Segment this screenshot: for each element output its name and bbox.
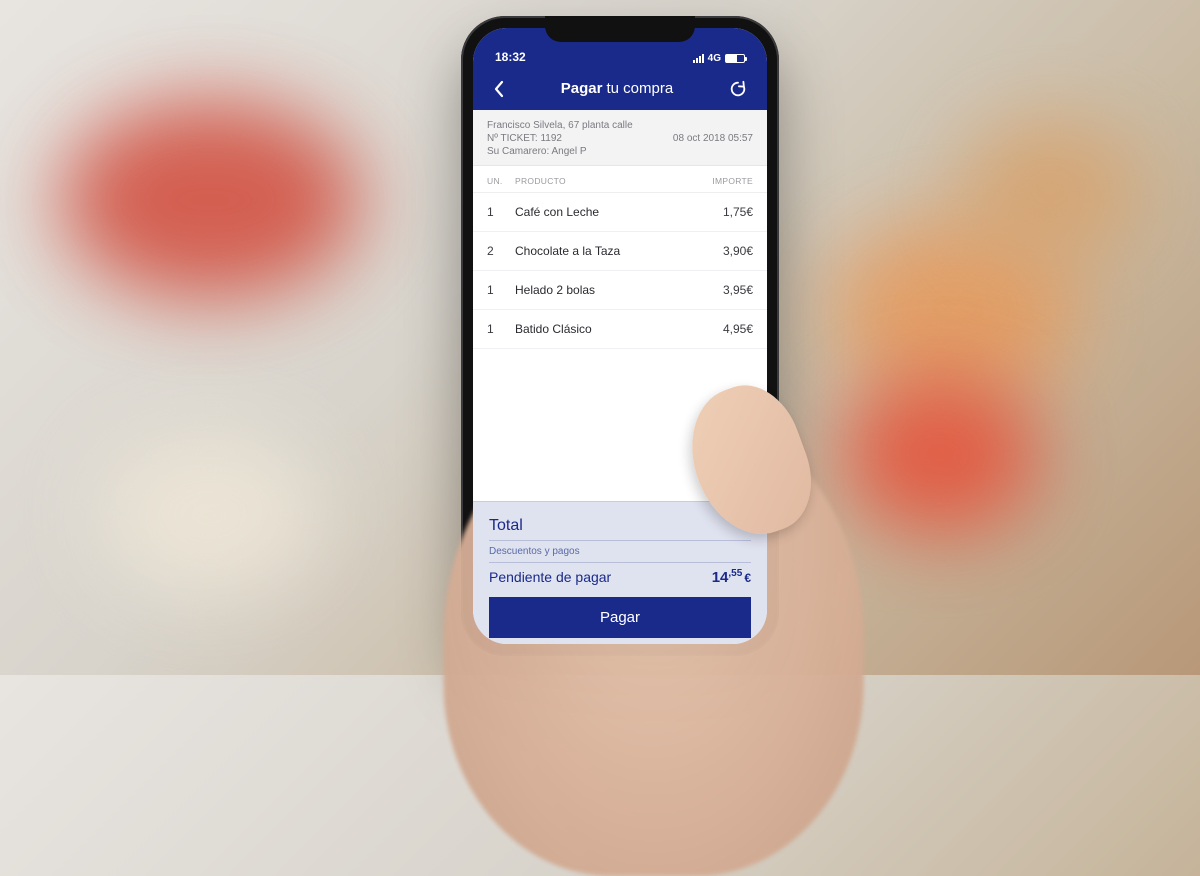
phone-screen: 18:32 4G Pagar tu compra bbox=[473, 28, 767, 644]
ticket-number: Nº TICKET: 1192 bbox=[487, 133, 562, 144]
ticket-waiter: Su Camarero: Angel P bbox=[487, 146, 753, 157]
chevron-left-icon bbox=[493, 80, 505, 98]
refresh-button[interactable] bbox=[723, 74, 753, 104]
item-qty: 2 bbox=[487, 244, 515, 258]
col-header-units: UN. bbox=[487, 176, 515, 186]
header-title-light: tu compra bbox=[607, 80, 674, 97]
item-price: 3,95€ bbox=[697, 283, 753, 297]
summary-panel: Total Descuentos y pagos Pendiente de pa… bbox=[473, 501, 767, 644]
total-label: Total bbox=[489, 517, 523, 535]
item-price: 3,90€ bbox=[697, 244, 753, 258]
pending-label: Pendiente de pagar bbox=[489, 569, 611, 585]
list-item[interactable]: 1 Café con Leche 1,75€ bbox=[473, 193, 767, 232]
cellular-signal-icon bbox=[693, 54, 704, 63]
pay-button[interactable]: Pagar bbox=[489, 597, 751, 638]
item-name: Chocolate a la Taza bbox=[515, 244, 697, 258]
item-price: 4,95€ bbox=[697, 322, 753, 336]
ticket-meta: Francisco Silvela, 67 planta calle Nº TI… bbox=[473, 110, 767, 166]
item-name: Helado 2 bolas bbox=[515, 283, 697, 297]
list-item[interactable]: 1 Batido Clásico 4,95€ bbox=[473, 310, 767, 349]
status-bar: 18:32 4G bbox=[473, 28, 767, 68]
header-title-bold: Pagar bbox=[561, 80, 603, 97]
ticket-address: Francisco Silvela, 67 planta calle bbox=[487, 120, 753, 131]
pending-dec: ,55 bbox=[728, 568, 742, 579]
status-time: 18:32 bbox=[495, 50, 526, 64]
item-name: Café con Leche bbox=[515, 205, 697, 219]
back-button[interactable] bbox=[487, 74, 511, 104]
items-header: UN. PRODUCTO IMPORTE bbox=[473, 166, 767, 193]
currency-symbol: € bbox=[744, 571, 751, 585]
refresh-icon bbox=[729, 80, 747, 98]
network-type: 4G bbox=[708, 53, 721, 64]
status-right: 4G bbox=[693, 53, 745, 64]
item-price: 1,75€ bbox=[697, 205, 753, 219]
item-qty: 1 bbox=[487, 283, 515, 297]
list-item[interactable]: 2 Chocolate a la Taza 3,90€ bbox=[473, 232, 767, 271]
header-title: Pagar tu compra bbox=[561, 80, 673, 97]
item-qty: 1 bbox=[487, 322, 515, 336]
col-header-product: PRODUCTO bbox=[515, 176, 697, 186]
app-header: Pagar tu compra bbox=[473, 68, 767, 110]
ticket-datetime: 08 oct 2018 05:57 bbox=[673, 133, 753, 144]
discounts-label: Descuentos y pagos bbox=[489, 546, 580, 557]
battery-icon bbox=[725, 54, 745, 63]
item-qty: 1 bbox=[487, 205, 515, 219]
col-header-amount: IMPORTE bbox=[697, 176, 753, 186]
pending-amount: 14,55€ bbox=[712, 568, 751, 586]
list-item[interactable]: 1 Helado 2 bolas 3,95€ bbox=[473, 271, 767, 310]
item-name: Batido Clásico bbox=[515, 322, 697, 336]
pending-int: 14 bbox=[712, 569, 729, 586]
